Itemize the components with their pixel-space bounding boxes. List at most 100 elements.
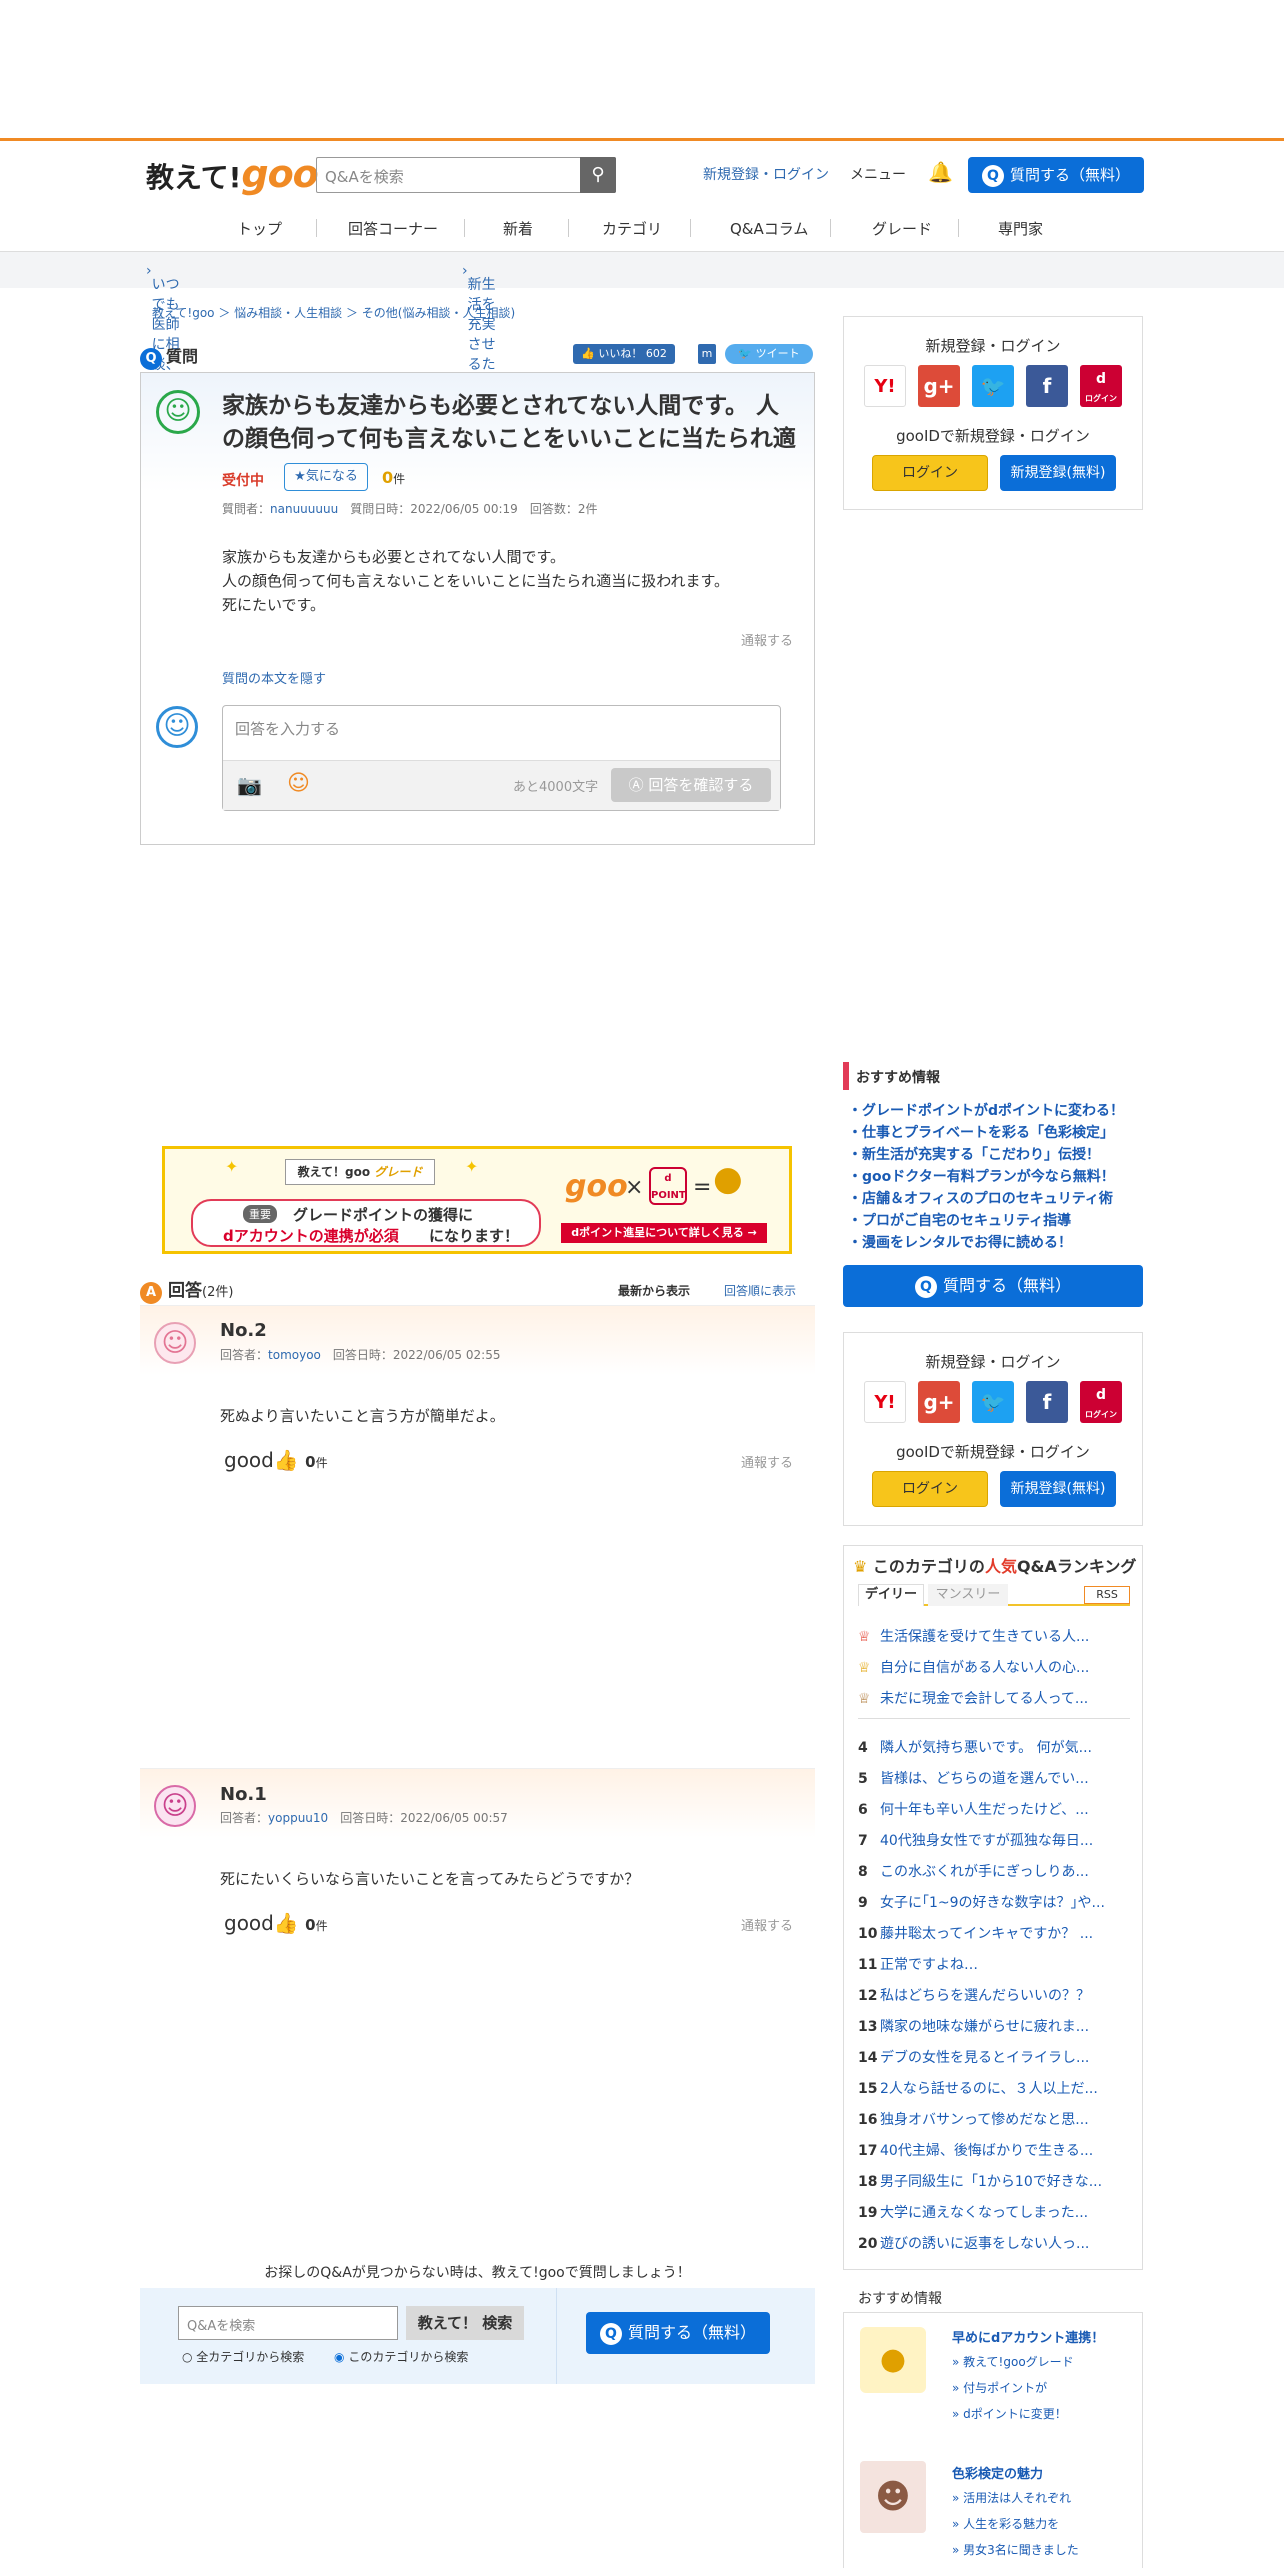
confirm-answer-button[interactable]: Ⓐ 回答を確認する: [611, 768, 771, 802]
rec2-a-item[interactable]: » dポイントに変更！: [952, 2405, 1067, 2422]
tab-monthly[interactable]: マンスリー: [928, 1584, 1008, 1606]
tweet-button[interactable]: 🐦 ツイート: [725, 344, 813, 364]
ranking-item[interactable]: 5 皆様は、どちらの道を選んでい...: [858, 1768, 1089, 1788]
yahoo-login-icon[interactable]: Y!: [864, 1381, 906, 1423]
ranking-item[interactable]: 11 正常ですよね…: [858, 1954, 978, 1974]
docomo-login-icon[interactable]: d ログイン: [1080, 365, 1122, 407]
rec-item[interactable]: ・店舗＆オフィスのプロのセキュリティ術: [848, 1188, 1113, 1208]
report-link[interactable]: 通報する: [741, 1452, 793, 1471]
sidebar-login-button[interactable]: ログイン: [872, 1471, 988, 1507]
ranking-item[interactable]: 17 40代主婦、後悔ばかりで生きる...: [858, 2140, 1093, 2160]
ranking-item[interactable]: 18 男子同級生に「1から10で好きな...: [858, 2171, 1102, 2191]
report-link[interactable]: 通報する: [741, 1915, 793, 1934]
answerer-link[interactable]: yoppuu10: [268, 1811, 328, 1825]
nav-category[interactable]: カテゴリ: [602, 218, 662, 239]
ranking-item[interactable]: 9 女子に｢1~9の好きな数字は？｣や...: [858, 1892, 1105, 1912]
like-button[interactable]: 👍 いいね！ 602: [573, 344, 675, 364]
hide-body-link[interactable]: 質問の本文を隠す: [222, 668, 326, 687]
twitter-login-icon[interactable]: 🐦: [972, 365, 1014, 407]
rec2-a-item[interactable]: » 付与ポイントが: [952, 2379, 1047, 2396]
camera-icon[interactable]: 📷: [237, 773, 262, 797]
docomo-login-icon[interactable]: d ログイン: [1080, 1381, 1122, 1423]
rec2-b-title[interactable]: 色彩検定の魅力: [952, 2463, 1043, 2482]
rec-item[interactable]: ・gooドクター有料プランが今なら無料！: [848, 1166, 1115, 1186]
breadcrumb[interactable]: 教えて!goo ＞ 悩み相談・人生相談 ＞ その他(悩み相談・人生相談): [152, 304, 515, 321]
rec-item[interactable]: ・グレードポイントがdポイントに変わる！: [848, 1100, 1124, 1120]
rec-item[interactable]: ・プロがご自宅のセキュリティ指導: [848, 1210, 1071, 1230]
good-button[interactable]: good👍 0件: [224, 1448, 328, 1472]
good-button[interactable]: good👍 0件: [224, 1911, 328, 1935]
twitter-login-icon[interactable]: 🐦: [972, 1381, 1014, 1423]
nav-answer-corner[interactable]: 回答コーナー: [348, 218, 438, 239]
login-link[interactable]: 新規登録・ログイン: [703, 164, 829, 184]
question-icon: Q: [140, 348, 162, 370]
ranking-item[interactable]: 19 大学に通えなくなってしまった...: [858, 2202, 1088, 2222]
sidebar-register-button[interactable]: 新規登録(無料): [1000, 1471, 1116, 1507]
footer-prompt: お探しのQ&Aが見つからない時は、教えて!gooで質問しましょう！: [264, 2265, 691, 2281]
ask-button-sidebar[interactable]: Q 質問する（無料）: [843, 1265, 1143, 1307]
tab-daily[interactable]: デイリー: [858, 1584, 924, 1606]
ask-button-header[interactable]: Q 質問する（無料）: [968, 157, 1144, 193]
ranking-item[interactable]: 13 隣家の地味な嫌がらせに疲れま...: [858, 2016, 1089, 2036]
rec-item[interactable]: ・仕事とプライベートを彩る「色彩検定」: [848, 1122, 1114, 1142]
asker-link[interactable]: nanuuuuuu: [270, 502, 338, 516]
rec-item[interactable]: ・漫画をレンタルでお得に読める！: [848, 1232, 1072, 1252]
nav-experts[interactable]: 専門家: [998, 218, 1043, 239]
google-plus-login-icon[interactable]: g+: [918, 1381, 960, 1423]
ranking-item[interactable]: 10 藤井聡太ってインキャですか？ ...: [858, 1923, 1093, 1943]
facebook-login-icon[interactable]: f: [1026, 365, 1068, 407]
ranking-item[interactable]: ♕ 未だに現金で会計してる人って...: [858, 1688, 1088, 1708]
rec2-a-title[interactable]: 早めにdアカウント連携！: [952, 2327, 1104, 2346]
nav-new[interactable]: 新着: [503, 218, 533, 239]
sort-order[interactable]: 回答順に表示: [724, 1282, 796, 1299]
banner-cta[interactable]: dポイント進呈について詳しく見る →: [561, 1223, 767, 1243]
footer-search-input[interactable]: Q&Aを検索: [178, 2306, 398, 2340]
ranking-item[interactable]: 8 この水ぶくれが手にぎっしりあ...: [858, 1861, 1089, 1881]
emoji-icon[interactable]: ☺: [287, 771, 310, 796]
rec-item[interactable]: ・新生活が充実する「こだわり」伝授！: [848, 1144, 1100, 1164]
radio-all-categories[interactable]: ○ 全カテゴリから検索: [182, 2348, 304, 2365]
ranking-item[interactable]: ♕ 自分に自信がある人ない人の心...: [858, 1657, 1089, 1677]
ranking-item[interactable]: 12 私はどちらを選んだらいいの？？: [858, 1985, 1090, 2005]
radio-this-category[interactable]: ◉ このカテゴリから検索: [334, 2348, 468, 2365]
header-search-input[interactable]: Q&Aを検索: [316, 157, 616, 193]
ranking-item[interactable]: 6 何十年も辛い人生だったけど、...: [858, 1799, 1089, 1819]
rss-button[interactable]: RSS: [1084, 1586, 1130, 1604]
ranking-item[interactable]: 15 2人なら話せるのに、３人以上だ...: [858, 2078, 1098, 2098]
sidebar-register-button[interactable]: 新規登録(無料): [1000, 455, 1116, 491]
dpoint-banner[interactable]: 教えて！goo グレード 重要 グレードポイントの獲得に dアカウントの連携が必…: [162, 1146, 792, 1254]
facebook-login-icon[interactable]: f: [1026, 1381, 1068, 1423]
nav-qa-column[interactable]: Q&Aコラム: [730, 218, 808, 239]
rec2-b-item[interactable]: » 男女3名に聞きました: [952, 2541, 1079, 2558]
nav-top[interactable]: トップ: [237, 218, 282, 239]
mixi-icon[interactable]: m: [698, 344, 716, 364]
report-link[interactable]: 通報する: [741, 630, 793, 649]
search-icon[interactable]: ⚲: [580, 157, 616, 193]
nav-grade[interactable]: グレード: [872, 218, 932, 239]
sort-newest[interactable]: 最新から表示: [618, 1282, 690, 1299]
sidebar-login-button[interactable]: ログイン: [872, 455, 988, 491]
ranking-item[interactable]: ♕ 生活保護を受けて生きている人...: [858, 1626, 1089, 1646]
google-plus-login-icon[interactable]: g+: [918, 365, 960, 407]
ranking-item[interactable]: 16 独身オバサンって惨めだなと思...: [858, 2109, 1089, 2129]
ranking-item[interactable]: 14 デブの女性を見るとイライラし...: [858, 2047, 1089, 2067]
rec2-a-item[interactable]: » 教えて!gooグレード: [952, 2353, 1074, 2370]
footer-search-button[interactable]: 教えて！ 検索: [406, 2306, 524, 2340]
coins-icon: ●: [860, 2327, 926, 2393]
menu-link[interactable]: メニュー: [850, 164, 906, 184]
nav-divider: [958, 219, 959, 237]
ask-button-footer[interactable]: Q 質問する（無料）: [586, 2312, 770, 2354]
ranking-item[interactable]: 20 遊びの誘いに返事をしない人っ...: [858, 2233, 1089, 2253]
subbar-link-doctor[interactable]: › いつでも医師に相談、gooドクター: [146, 263, 180, 429]
yahoo-login-icon[interactable]: Y!: [864, 365, 906, 407]
rec2-box: ● 早めにdアカウント連携！ » 教えて!gooグレード » 付与ポイントが »…: [843, 2312, 1143, 2568]
bell-icon[interactable]: 🔔: [928, 160, 953, 184]
ranking-item[interactable]: 7 40代独身女性ですが孤独な毎日...: [858, 1830, 1093, 1850]
subbar-link-kodawari[interactable]: › 新生活を充実させるための「こだわり」を取材!!: [462, 263, 496, 493]
ranking-item[interactable]: 4 隣人が気持ち悪いです。 何が気...: [858, 1737, 1092, 1757]
answerer-link[interactable]: tomoyoo: [268, 1348, 321, 1362]
site-logo[interactable]: 教えて!goo: [146, 152, 319, 196]
watch-button[interactable]: ★気になる: [284, 463, 368, 491]
rec2-b-item[interactable]: » 人生を彩る魅力を: [952, 2515, 1059, 2532]
rec2-b-item[interactable]: » 活用法は人それぞれ: [952, 2489, 1071, 2506]
